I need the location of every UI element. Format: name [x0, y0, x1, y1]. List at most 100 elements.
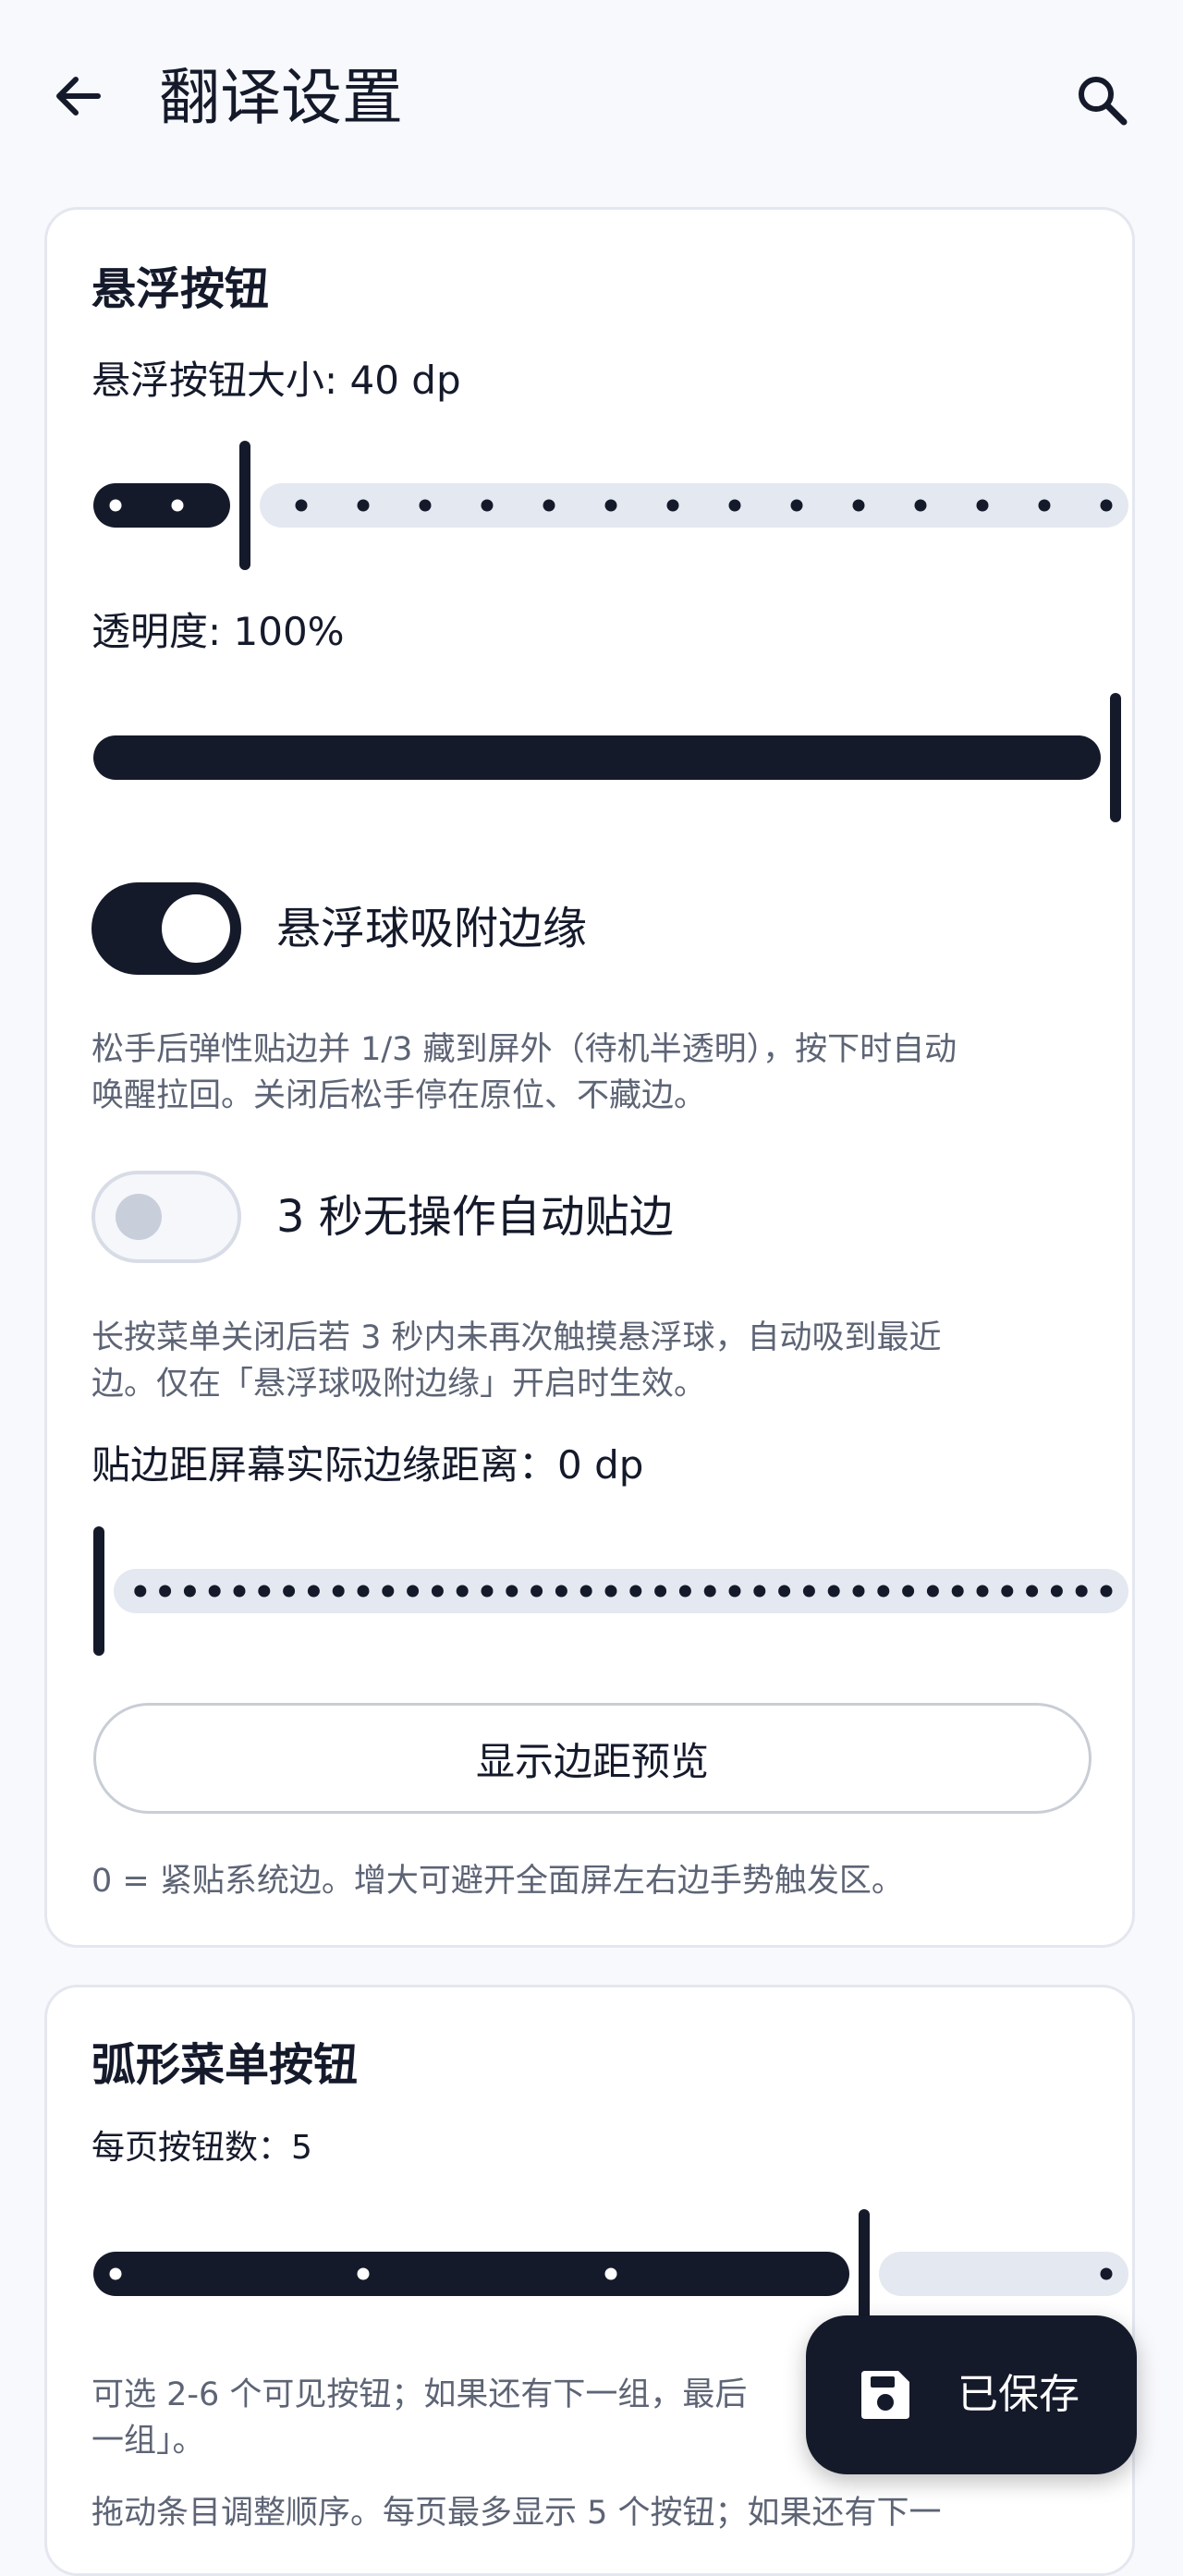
- slider-tick: [295, 499, 308, 512]
- auto-snap-switch[interactable]: [91, 1171, 241, 1263]
- page-title: 翻译设置: [159, 62, 403, 133]
- slider-tick: [171, 499, 184, 512]
- slider-tick: [852, 499, 865, 512]
- save-icon: [861, 2371, 909, 2419]
- slider-tick: [431, 1585, 444, 1598]
- slider-tick: [678, 1585, 691, 1598]
- slider-tick: [332, 1585, 345, 1598]
- section-title-floating-button: 悬浮按钮: [91, 263, 270, 315]
- edge-distance-note: 0 = 紧贴系统边。增大可避开全面屏左右边手势触发区。: [91, 1863, 904, 1900]
- slider-tick: [357, 1585, 370, 1598]
- slider-tick: [951, 1585, 964, 1598]
- per-page-label: 每页按钮数：5: [91, 2129, 312, 2167]
- arc-menu-card: 弧形菜单按钮 每页按钮数：5 可选 2-6 个可见按钮；如果还有下一组，最后 一…: [44, 1985, 1135, 2576]
- slider-tick: [1050, 1585, 1063, 1598]
- slider-tick: [109, 499, 122, 512]
- slider-tick: [902, 1585, 915, 1598]
- slider-tick: [666, 499, 679, 512]
- edge-distance-label: 贴边距屏幕实际边缘距离：0 dp: [91, 1442, 644, 1488]
- slider-tick: [258, 1585, 271, 1598]
- slider-tick: [1001, 1585, 1014, 1598]
- slider-tick: [926, 1585, 939, 1598]
- snap-edge-description-line-2: 唤醒拉回。关闭后松手停在原位、不藏边。: [91, 1077, 707, 1114]
- saved-fab[interactable]: 已保存: [806, 2315, 1137, 2474]
- slider-tick: [419, 499, 432, 512]
- slider-handle: [93, 1526, 104, 1656]
- size-label: 悬浮按钮大小: 40 dp: [91, 358, 461, 403]
- slider-tick: [1100, 2267, 1113, 2280]
- section-title-arc-menu: 弧形菜单按钮: [91, 2039, 359, 2091]
- slider-tick: [233, 1585, 246, 1598]
- slider-handle: [1110, 693, 1121, 822]
- snap-edge-switch[interactable]: [91, 882, 241, 975]
- slider-tick: [629, 1585, 642, 1598]
- slider-active-track: [93, 2252, 849, 2296]
- auto-snap-description-line-1: 长按菜单关闭后若 3 秒内未再次触摸悬浮球，自动吸到最近: [91, 1319, 942, 1356]
- arrow-left-icon: [56, 77, 101, 115]
- slider-tick: [357, 499, 370, 512]
- slider-tick: [654, 1585, 667, 1598]
- opacity-label: 透明度: 100%: [91, 609, 345, 654]
- slider-tick: [481, 499, 494, 512]
- slider-inactive-track: [879, 2252, 1128, 2296]
- slider-tick: [183, 1585, 196, 1598]
- snap-edge-description-line-1: 松手后弹性贴边并 1/3 藏到屏外（待机半透明），按下时自动: [91, 1031, 957, 1068]
- floating-button-card: 悬浮按钮 悬浮按钮大小: 40 dp 透明度: 100% 悬浮球吸附边缘 松手后…: [44, 207, 1135, 1948]
- slider-tick: [307, 1585, 320, 1598]
- slider-tick: [506, 1585, 518, 1598]
- slider-tick: [728, 1585, 741, 1598]
- back-button[interactable]: [44, 63, 111, 129]
- opacity-slider[interactable]: [93, 693, 1128, 822]
- arc-menu-extra-line: 拖动条目调整顺序。每页最多显示 5 个按钮；如果还有下一: [91, 2495, 942, 2532]
- slider-tick: [357, 2267, 370, 2280]
- auto-snap-description-line-2: 边。仅在「悬浮球吸附边缘」开启时生效。: [91, 1366, 707, 1403]
- slider-tick: [1038, 499, 1051, 512]
- slider-tick: [456, 1585, 469, 1598]
- slider-tick: [604, 1585, 617, 1598]
- size-slider[interactable]: [93, 441, 1128, 570]
- slider-tick: [604, 499, 617, 512]
- slider-tick: [1026, 1585, 1039, 1598]
- slider-active-track: [93, 735, 1101, 780]
- slider-tick: [877, 1585, 890, 1598]
- slider-tick: [1075, 1585, 1088, 1598]
- slider-tick: [976, 1585, 989, 1598]
- slider-tick: [778, 1585, 791, 1598]
- slider-tick: [382, 1585, 395, 1598]
- slider-tick: [579, 1585, 592, 1598]
- slider-tick: [1100, 1585, 1113, 1598]
- slider-tick: [728, 499, 741, 512]
- slider-tick: [283, 1585, 296, 1598]
- app-bar: 翻译设置: [0, 0, 1183, 200]
- arc-menu-description-line-2: 一组」。: [91, 2423, 205, 2460]
- slider-tick: [481, 1585, 494, 1598]
- slider-tick: [1100, 499, 1113, 512]
- auto-snap-label: 3 秒无操作自动贴边: [276, 1191, 674, 1243]
- slider-tick: [827, 1585, 840, 1598]
- slider-tick: [109, 2267, 122, 2280]
- slider-handle: [239, 441, 250, 570]
- edge-distance-slider[interactable]: [93, 1526, 1128, 1656]
- slider-tick: [604, 2267, 617, 2280]
- slider-tick: [852, 1585, 865, 1598]
- show-margin-preview-button[interactable]: 显示边距预览: [93, 1703, 1092, 1814]
- slider-tick: [543, 499, 555, 512]
- slider-tick: [159, 1585, 172, 1598]
- slider-tick: [976, 499, 989, 512]
- slider-tick: [407, 1585, 420, 1598]
- slider-tick: [134, 1585, 147, 1598]
- slider-tick: [753, 1585, 766, 1598]
- slider-tick: [555, 1585, 567, 1598]
- search-button[interactable]: [1068, 67, 1135, 133]
- search-icon: [1079, 77, 1128, 126]
- slider-tick: [208, 1585, 221, 1598]
- slider-tick: [914, 499, 927, 512]
- switch-knob: [162, 894, 230, 963]
- arc-menu-description-line-1: 可选 2-6 个可见按钮；如果还有下一组，最后: [91, 2376, 748, 2413]
- slider-tick: [802, 1585, 815, 1598]
- fab-label: 已保存: [957, 2371, 1079, 2418]
- slider-tick: [531, 1585, 543, 1598]
- switch-knob: [116, 1194, 162, 1240]
- slider-inactive-track: [260, 483, 1128, 528]
- slider-tick: [703, 1585, 716, 1598]
